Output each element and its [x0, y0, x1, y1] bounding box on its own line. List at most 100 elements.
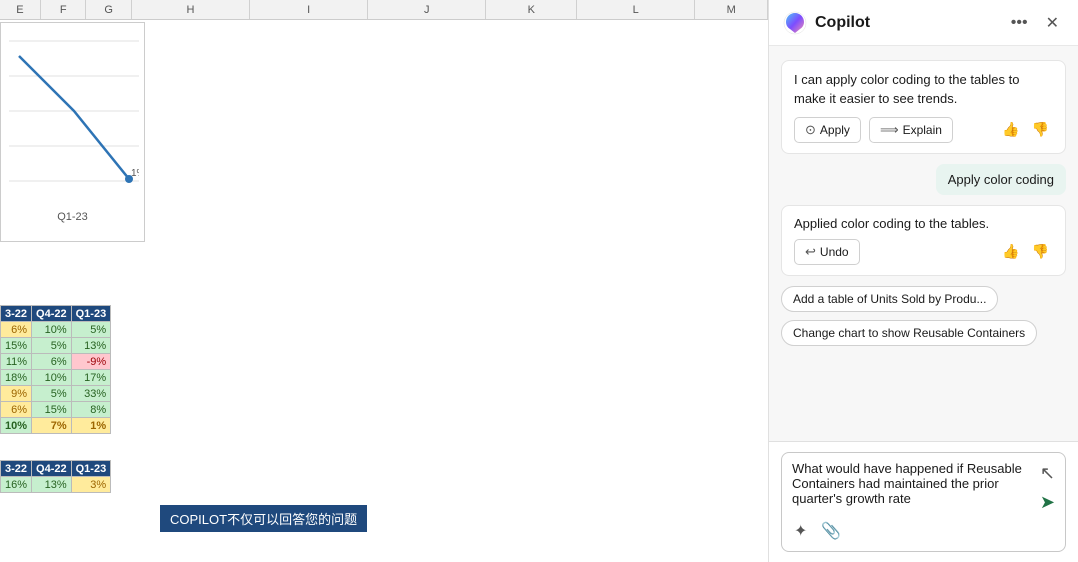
table-cell: 5%	[32, 386, 72, 402]
feedback-icons-2: 👍 👎	[998, 241, 1053, 262]
table-row: 10% 7% 1%	[1, 418, 111, 434]
thumbs-down-button-1[interactable]: 👎	[1028, 119, 1053, 140]
table1-h3: Q1-23	[71, 306, 111, 322]
col-i-header: I	[250, 0, 368, 19]
copilot-header-actions: ••• ✕	[1006, 11, 1064, 35]
explain-button[interactable]: ⟹ Explain	[869, 117, 953, 143]
table-row: 16% 13% 3%	[1, 477, 111, 493]
close-icon: ✕	[1046, 15, 1059, 32]
status-actions: ↩ Undo 👍 👎	[794, 239, 1053, 265]
table-row: 11% 6% -9%	[1, 354, 111, 370]
copilot-title-row: Copilot	[783, 11, 870, 35]
explain-label: Explain	[903, 123, 942, 137]
apply-icon: ⊙	[805, 122, 816, 138]
table-cell: 8%	[71, 402, 111, 418]
table-cell: 11%	[1, 354, 32, 370]
user-message-1-text: Apply color coding	[948, 172, 1054, 187]
table-cell: 9%	[1, 386, 32, 402]
line-chart: 1% Q1-23	[0, 22, 145, 242]
chip-1[interactable]: Add a table of Units Sold by Produ...	[781, 286, 998, 312]
feedback-icons-1: 👍 👎	[998, 117, 1053, 143]
table-cell: 10%	[32, 322, 72, 338]
copilot-header: Copilot ••• ✕	[769, 0, 1078, 46]
column-headers: E F G H I J K L M	[0, 0, 768, 20]
table-cell: 5%	[71, 322, 111, 338]
col-e-header: E	[0, 0, 41, 19]
user-message-1: Apply color coding	[936, 164, 1066, 195]
chart-label: Q1-23	[9, 211, 136, 223]
table-cell: 15%	[32, 402, 72, 418]
table-cell: 10%	[1, 418, 32, 434]
table-cell: 5%	[32, 338, 72, 354]
table-row: 9% 5% 33%	[1, 386, 111, 402]
input-footer: ✦ 📎	[792, 519, 1055, 543]
table-cell: 1%	[71, 418, 111, 434]
chip-2[interactable]: Change chart to show Reusable Containers	[781, 320, 1037, 346]
thumbs-down-button-2[interactable]: 👎	[1028, 241, 1053, 262]
menu-dots-icon: •••	[1011, 14, 1028, 31]
spark-button[interactable]: ✦	[792, 519, 809, 543]
copilot-status-message: Applied color coding to the tables. ↩ Un…	[781, 205, 1066, 276]
table-cell: 33%	[71, 386, 111, 402]
table-cell: 16%	[1, 477, 32, 493]
table1-h1: 3-22	[1, 306, 32, 322]
table-cell: 6%	[1, 322, 32, 338]
col-j-header: J	[368, 0, 486, 19]
table-cell: 6%	[1, 402, 32, 418]
table-cell: 17%	[71, 370, 111, 386]
table-cell: 15%	[1, 338, 32, 354]
table2-header: 3-22 Q4-22 Q1-23	[1, 461, 111, 477]
table2-h1: 3-22	[1, 461, 32, 477]
svg-text:1%: 1%	[131, 168, 139, 179]
copilot-title: Copilot	[815, 14, 870, 32]
col-g-header: G	[86, 0, 131, 19]
input-box: What would have happened if Reusable Con…	[781, 452, 1066, 552]
table-cell: 13%	[71, 338, 111, 354]
undo-label: Undo	[820, 245, 849, 259]
col-k-header: K	[486, 0, 577, 19]
apply-button[interactable]: ⊙ Apply	[794, 117, 861, 143]
data-table-1: 3-22 Q4-22 Q1-23 6% 10% 5% 15% 5% 13% 11…	[0, 305, 111, 434]
apply-label: Apply	[820, 123, 850, 137]
table2-h2: Q4-22	[32, 461, 72, 477]
chat-input[interactable]: What would have happened if Reusable Con…	[792, 461, 1034, 506]
chat-input-area: What would have happened if Reusable Con…	[769, 441, 1078, 562]
table1-header: 3-22 Q4-22 Q1-23	[1, 306, 111, 322]
table-cell: 6%	[32, 354, 72, 370]
table1-h2: Q4-22	[32, 306, 72, 322]
table-row: 6% 10% 5%	[1, 322, 111, 338]
chat-messages: I can apply color coding to the tables t…	[769, 46, 1078, 441]
table-cell: 18%	[1, 370, 32, 386]
explain-icon: ⟹	[880, 122, 899, 138]
copilot-panel: Copilot ••• ✕ I can apply color coding t…	[768, 0, 1078, 562]
copilot-menu-button[interactable]: •••	[1006, 12, 1033, 34]
table-cell: 13%	[32, 477, 72, 493]
thumbs-up-button-1[interactable]: 👍	[998, 119, 1023, 140]
spark-icon: ✦	[794, 523, 807, 540]
table-cell: 3%	[71, 477, 111, 493]
table-cell: 10%	[32, 370, 72, 386]
table-cell: 7%	[32, 418, 72, 434]
undo-button[interactable]: ↩ Undo	[794, 239, 860, 265]
col-h-header: H	[132, 0, 250, 19]
copilot-message-1-text: I can apply color coding to the tables t…	[794, 71, 1053, 109]
table-cell: -9%	[71, 354, 111, 370]
copilot-close-button[interactable]: ✕	[1041, 11, 1064, 35]
table2-h3: Q1-23	[71, 461, 111, 477]
subtitle-text: COPILOT不仅可以回答您的问题	[170, 512, 357, 527]
cursor-icon: ↖	[1040, 461, 1055, 486]
attach-icon: 📎	[821, 523, 841, 540]
thumbs-up-button-2[interactable]: 👍	[998, 241, 1023, 262]
excel-area: E F G H I J K L M 1% Q1-23	[0, 0, 768, 562]
subtitle-banner: COPILOT不仅可以回答您的问题	[160, 505, 367, 532]
copilot-message-1: I can apply color coding to the tables t…	[781, 60, 1066, 154]
col-l-header: L	[577, 0, 695, 19]
copilot-message-1-actions: ⊙ Apply ⟹ Explain 👍 👎	[794, 117, 1053, 143]
input-left-icons: ✦ 📎	[792, 519, 843, 543]
col-f-header: F	[41, 0, 86, 19]
attach-button[interactable]: 📎	[819, 519, 843, 543]
table-row: 6% 15% 8%	[1, 402, 111, 418]
data-table-2: 3-22 Q4-22 Q1-23 16% 13% 3%	[0, 460, 111, 493]
send-button[interactable]: ➤	[1040, 492, 1055, 513]
status-text: Applied color coding to the tables.	[794, 216, 1053, 231]
